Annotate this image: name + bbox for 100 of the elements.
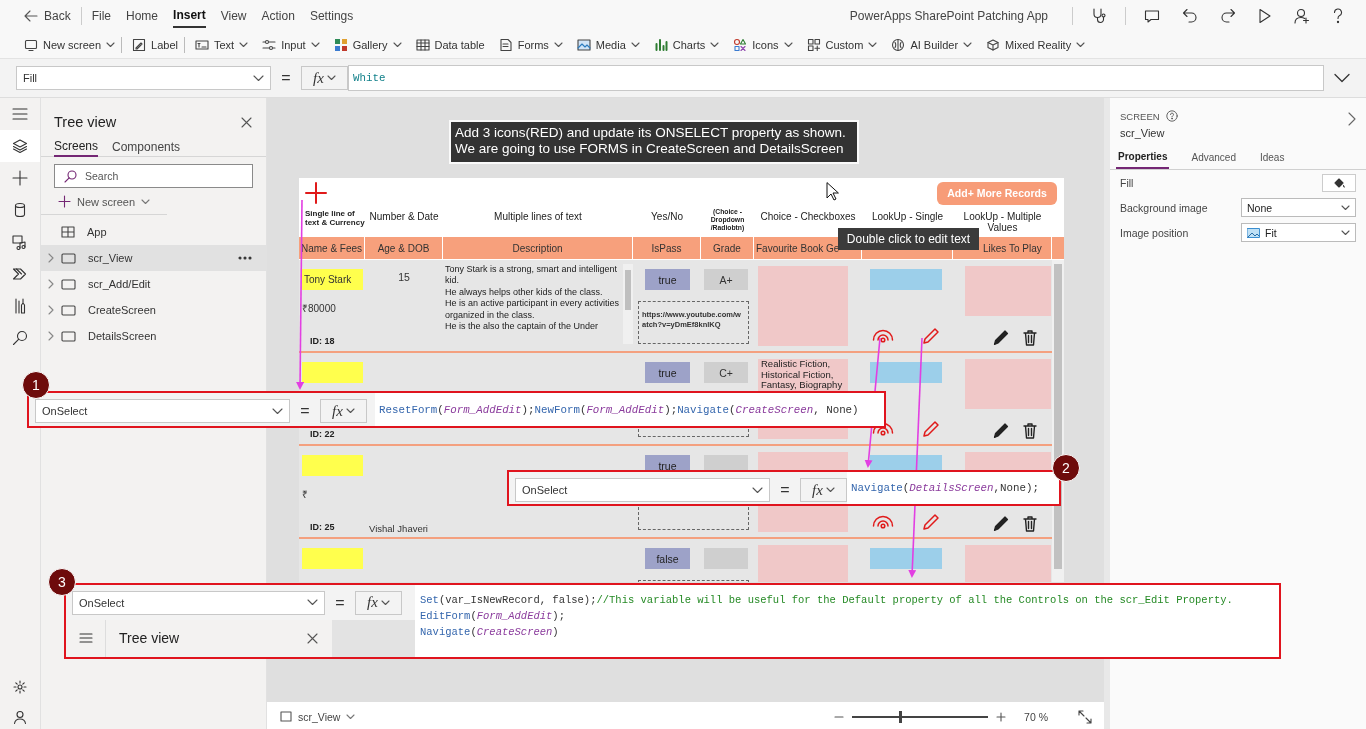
formula-field[interactable]: ResetForm(Form_AddEdit);NewForm(Form_AddEdit);Navigate(CreateScreen, None): [375, 393, 884, 426]
add-icon[interactable]: [305, 182, 327, 204]
help-icon[interactable]: [1165, 110, 1178, 122]
chevron-right-icon: [47, 331, 55, 341]
chevron-down-icon: [380, 599, 390, 606]
tools-icon[interactable]: [12, 298, 28, 314]
panel-title: Tree view: [119, 630, 180, 647]
ribbon-button[interactable]: Input: [262, 38, 320, 52]
property-dropdown[interactable]: OnSelect: [35, 399, 290, 423]
menu-tab[interactable]: View: [220, 5, 247, 27]
menu-tab[interactable]: Insert: [173, 4, 206, 28]
property-dropdown[interactable]: OnSelect: [515, 478, 770, 502]
equals-sign: =: [779, 481, 791, 499]
property-dropdown[interactable]: Fill: [16, 66, 271, 90]
layers-icon[interactable]: [12, 138, 28, 154]
fx-button[interactable]: fx: [800, 478, 847, 502]
menu-icon[interactable]: [12, 106, 28, 122]
ribbon-button[interactable]: Text: [195, 38, 249, 52]
grid-icon: [806, 38, 821, 52]
trash-icon[interactable]: [1023, 330, 1037, 346]
tree-item[interactable]: scr_View: [41, 245, 266, 271]
ribbon-button[interactable]: New screen: [24, 38, 116, 52]
ribbon-button[interactable]: Media: [576, 38, 640, 52]
cube-icon: [986, 38, 1001, 52]
ribbon-button[interactable]: Forms: [498, 38, 563, 52]
property-select[interactable]: None: [1241, 198, 1356, 217]
help-icon[interactable]: [1332, 8, 1344, 24]
ispass-value: true: [645, 269, 690, 290]
undo-icon[interactable]: [1182, 8, 1198, 24]
panel-tab[interactable]: Properties: [1116, 147, 1170, 169]
panel-tab[interactable]: Advanced: [1189, 147, 1238, 169]
play-icon[interactable]: [1258, 8, 1272, 24]
media-icon[interactable]: [12, 234, 28, 250]
flow-icon[interactable]: [12, 266, 28, 282]
menu-tab[interactable]: File: [91, 5, 112, 27]
description-text: Tony Stark is a strong, smart and intelligent kid.: [445, 264, 619, 287]
panel-tab[interactable]: Screens: [54, 136, 99, 157]
close-icon[interactable]: [307, 632, 318, 644]
ribbon-button[interactable]: Charts: [653, 38, 720, 52]
ribbon-button[interactable]: Mixed Reality: [986, 38, 1086, 52]
tree-item[interactable]: DetailsScreen: [41, 323, 266, 349]
settings-icon[interactable]: [13, 680, 27, 694]
eye-icon[interactable]: [872, 515, 894, 531]
menu-icon[interactable]: [78, 633, 93, 644]
more-icon[interactable]: [238, 256, 252, 260]
comment-icon[interactable]: [1144, 8, 1160, 24]
panel-tab[interactable]: Components: [112, 136, 181, 157]
property-dropdown[interactable]: OnSelect: [72, 590, 325, 615]
tree-item[interactable]: App: [41, 219, 266, 245]
database-icon[interactable]: [12, 202, 28, 218]
ribbon-button[interactable]: Data table: [415, 38, 485, 52]
equals-sign: =: [334, 593, 346, 612]
ribbon-button[interactable]: AI Builder: [891, 38, 973, 52]
ribbon-button[interactable]: Icons: [733, 38, 793, 52]
chevron-right-icon[interactable]: [1348, 112, 1356, 126]
column-header: IsPass: [651, 242, 682, 254]
property-select[interactable]: Fit: [1241, 223, 1356, 242]
formula-field[interactable]: White: [348, 65, 1324, 91]
fees-text: ₹: [302, 488, 309, 501]
plus-icon[interactable]: [996, 711, 1007, 722]
plus-icon[interactable]: [12, 170, 28, 186]
formula-field[interactable]: Set(var_IsNewRecord, false);//This variable will be useful for the Default property of all the Controls on the scr_Edit Property. EditForm(Form_AddEdit); Navigate(CreateScreen): [415, 585, 1279, 657]
tree-item[interactable]: scr_Add/Edit: [41, 271, 266, 297]
search-field[interactable]: Search: [54, 164, 253, 188]
redo-icon[interactable]: [1220, 8, 1236, 24]
expand-chevron-icon[interactable]: [1334, 73, 1350, 83]
stethoscope-icon[interactable]: [1091, 8, 1107, 24]
fx-button[interactable]: fx: [320, 399, 367, 423]
tree-item[interactable]: CreateScreen: [41, 297, 266, 323]
screen-selector[interactable]: scr_View: [280, 710, 356, 723]
scrollbar[interactable]: [623, 264, 633, 344]
eye-icon[interactable]: [872, 329, 894, 345]
table-icon: [415, 38, 430, 52]
book-genre-text: Realistic Fiction,: [761, 359, 832, 370]
fill-color-button[interactable]: [1322, 173, 1356, 192]
chevron-down-icon: [326, 75, 336, 81]
fees-text: ₹80000: [302, 302, 337, 315]
account-icon[interactable]: [13, 710, 27, 724]
ribbon-button[interactable]: Gallery: [333, 38, 402, 52]
fullscreen-icon[interactable]: [1078, 709, 1092, 724]
menu-tab[interactable]: Action: [261, 5, 295, 27]
close-icon[interactable]: [241, 116, 252, 128]
search-icon[interactable]: [12, 330, 28, 346]
fx-button[interactable]: fx: [355, 590, 402, 615]
menu-tab[interactable]: Home: [126, 5, 159, 27]
person-icon[interactable]: [1294, 8, 1310, 24]
formula-field[interactable]: Navigate(DetailsScreen,None);: [847, 472, 1059, 504]
ribbon-button[interactable]: Custom: [806, 38, 878, 52]
back-button[interactable]: Back: [24, 9, 71, 23]
trash-icon[interactable]: [1023, 516, 1037, 532]
pencil-icon[interactable]: [993, 514, 1009, 532]
ribbon-button[interactable]: Label: [132, 38, 178, 52]
panel-tab[interactable]: Ideas: [1257, 147, 1287, 169]
name-label: [302, 455, 363, 476]
menu-tab[interactable]: Settings: [309, 5, 354, 27]
fx-button[interactable]: fx: [301, 66, 348, 90]
new-screen-button[interactable]: New screen: [41, 188, 168, 215]
pencil-icon[interactable]: [993, 328, 1009, 346]
trash-icon[interactable]: [1023, 423, 1037, 439]
pencil-icon[interactable]: [993, 421, 1009, 439]
